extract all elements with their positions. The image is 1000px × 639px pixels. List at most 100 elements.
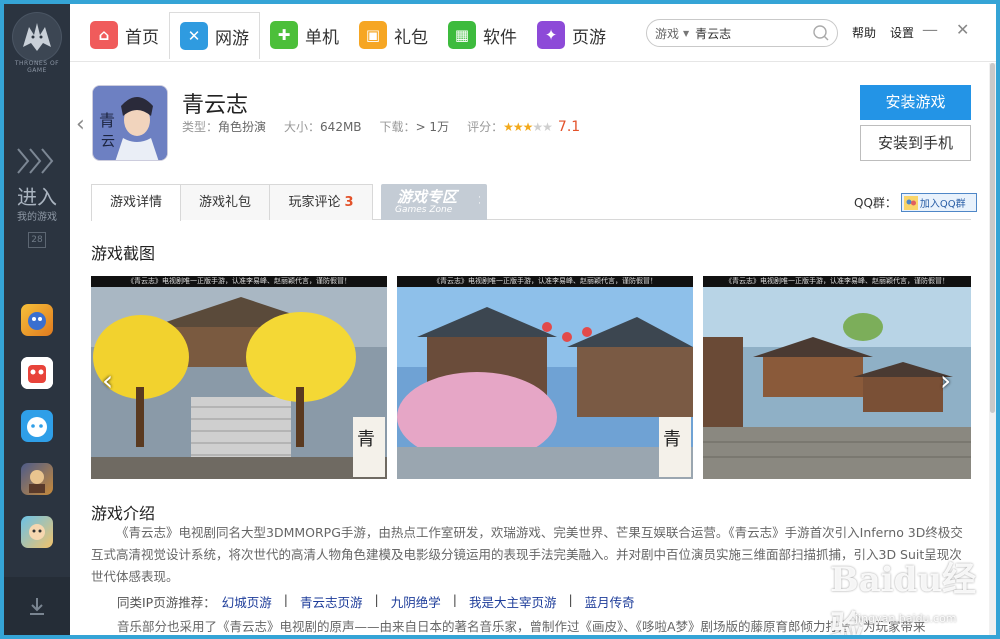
size-value: 642MB [320, 120, 362, 134]
nav-item-label: 首页 [125, 27, 159, 48]
svg-text:青: 青 [99, 111, 115, 130]
game-avatar-icon [28, 312, 46, 330]
close-icon[interactable]: ✕ [956, 20, 969, 39]
wolf-logo-icon [13, 13, 61, 61]
star-filled-icon: ★ [522, 120, 534, 134]
help-link[interactable]: 帮助 [852, 24, 876, 41]
join-qq-button[interactable]: 加入QQ群 [900, 193, 977, 212]
separator: | [283, 592, 288, 607]
install-to-phone-button[interactable]: 安装到手机 [860, 125, 971, 161]
sidebar: THRONES OF GAME 进入 我的游戏 28 [4, 4, 70, 635]
logo-text: THRONES OF GAME [14, 60, 60, 74]
downloads-value: > 1万 [415, 120, 450, 134]
carousel-next-icon[interactable]: › [940, 364, 951, 397]
intro-title: 游戏介绍 [91, 504, 156, 523]
join-qq-label: 加入QQ群 [919, 199, 966, 210]
game-title: 青云志 [182, 93, 249, 118]
window-frame: THRONES OF GAME 进入 我的游戏 28 ⌂ 首页 ✕ 网游 ✚ 单… [0, 0, 1000, 639]
search-scope[interactable]: 游戏 [655, 25, 679, 42]
nav-item-3[interactable]: ▣ 礼包 [349, 12, 438, 58]
sidebar-game-4[interactable] [21, 463, 53, 495]
intro-more-text: 音乐部分也采用了《青云志》电视剧的原声——由来自日本的著名音乐家，曾制作过《画皮… [117, 619, 926, 634]
qq-icon [903, 195, 918, 210]
rec-label: 同类IP页游推荐： [117, 595, 216, 610]
rec-link[interactable]: 蓝月传奇 [585, 592, 635, 611]
carousel-prev-icon[interactable]: ‹ [102, 364, 113, 397]
game-avatar-icon [21, 357, 53, 389]
star-empty-icon: ★ [532, 120, 543, 134]
search-box[interactable]: 游戏 ▼ 青云志 [646, 19, 838, 47]
separator: | [374, 592, 379, 607]
tab-comments-label: 玩家评论 [288, 195, 341, 210]
sidebar-game-5[interactable] [21, 516, 53, 548]
type-value: 角色扮演 [218, 120, 267, 134]
screenshots-title: 游戏截图 [91, 244, 156, 263]
install-game-button[interactable]: 安装游戏 [860, 85, 971, 120]
qq-group: QQ群： 加入QQ群 [854, 193, 977, 212]
main-panel: ⌂ 首页 ✕ 网游 ✚ 单机 ▣ 礼包 ▦ 软件 ✦ 页游 游戏 ▼ 青云志 帮助 设置 — ✕ ‹ [70, 4, 996, 635]
separator: | [452, 592, 457, 607]
screenshot-1[interactable]: 《青云志》电视剧唯一正版手游，认准李易峰、赵丽颖代言，谨防假冒！ 青 [91, 276, 387, 479]
nav-item-0[interactable]: ⌂ 首页 [80, 12, 169, 58]
grid-icon: ▦ [448, 21, 476, 49]
star-filled-icon: ★ [503, 120, 514, 134]
gamepad-icon: ✚ [270, 21, 298, 49]
game-avatar-icon [27, 417, 47, 437]
svg-text:云: 云 [101, 134, 115, 150]
games-zone-subtitle: Games Zone [395, 205, 453, 215]
enter-arrows-icon[interactable] [16, 146, 60, 176]
nav-item-5[interactable]: ✦ 页游 [527, 12, 616, 58]
qq-label: QQ群： [854, 196, 897, 210]
nav-item-1[interactable]: ✕ 网游 [169, 12, 260, 59]
rating-score: 7.1 [557, 119, 581, 135]
screenshot-2[interactable]: 《青云志》电视剧唯一正版手游，认准李易峰、赵丽颖代言，谨防假冒！ 青 [397, 276, 693, 479]
comments-count-badge: 3 [344, 195, 354, 210]
screenshot-banner: 《青云志》电视剧唯一正版手游，认准李易峰、赵丽颖代言，谨防假冒！ [397, 276, 693, 287]
screenshot-3[interactable]: 《青云志》电视剧唯一正版手游，认准李易峰、赵丽颖代言，谨防假冒！ [703, 276, 971, 479]
search-input[interactable]: 青云志 [695, 25, 731, 42]
sidebar-game-3[interactable] [21, 410, 53, 442]
gift-icon: ▣ [359, 21, 387, 49]
tab-details[interactable]: 游戏详情 [91, 184, 181, 221]
downloads-label: 下载： [379, 120, 416, 134]
nav-item-label: 单机 [305, 27, 339, 48]
app-logo[interactable] [12, 12, 62, 62]
chevron-down-icon[interactable]: ▼ [683, 29, 689, 38]
top-nav-bar: ⌂ 首页 ✕ 网游 ✚ 单机 ▣ 礼包 ▦ 软件 ✦ 页游 游戏 ▼ 青云志 帮助 设置 — ✕ [70, 4, 996, 62]
tab-gifts[interactable]: 游戏礼包 [180, 184, 270, 220]
my-games-count: 28 [28, 232, 46, 248]
rec-link[interactable]: 青云志页游 [300, 592, 363, 611]
tab-comments[interactable]: 玩家评论 3 [269, 184, 373, 220]
star-filled-icon: ★ [512, 120, 524, 134]
download-icon [30, 598, 44, 615]
settings-link[interactable]: 设置 [890, 24, 914, 41]
watermark-url: jingyan.baidu.com [855, 612, 957, 625]
nav-item-4[interactable]: ▦ 软件 [438, 12, 527, 58]
dots-icon: · · [478, 193, 481, 209]
type-label: 类型： [182, 120, 219, 134]
scrollbar-thumb[interactable] [990, 63, 995, 413]
scrollbar[interactable] [989, 63, 996, 635]
category-nav: ⌂ 首页 ✕ 网游 ✚ 单机 ▣ 礼包 ▦ 软件 ✦ 页游 [80, 12, 616, 59]
tab-games-zone[interactable]: 游戏专区 Games Zone · · [381, 184, 487, 220]
download-manager-button[interactable] [4, 577, 70, 635]
search-icon[interactable] [813, 25, 829, 41]
nav-item-label: 网游 [215, 28, 249, 49]
sidebar-game-1[interactable] [21, 304, 53, 336]
screenshot-carousel: 《青云志》电视剧唯一正版手游，认准李易峰、赵丽颖代言，谨防假冒！ 青 《青云志》… [91, 276, 971, 479]
enter-label[interactable]: 进入 [4, 181, 70, 210]
game-avatar-icon [29, 524, 45, 540]
rec-link[interactable]: 我是大主宰页游 [469, 592, 557, 611]
rec-link[interactable]: 幻城页游 [222, 592, 272, 611]
sidebar-game-2[interactable] [21, 357, 53, 389]
game-meta: 类型：角色扮演 大小：642MB 下载：> 1万 评分：★★★★★ 7.1 [182, 118, 580, 135]
rec-link[interactable]: 九阴绝学 [391, 592, 441, 611]
back-arrow-icon[interactable]: ‹ [76, 112, 85, 137]
minimize-icon[interactable]: — [922, 20, 938, 39]
my-games-label[interactable]: 我的游戏 [4, 208, 70, 223]
game-avatar-icon [29, 470, 45, 493]
nav-item-2[interactable]: ✚ 单机 [260, 12, 349, 58]
nav-item-label: 页游 [572, 27, 606, 48]
star-empty-icon: ★ [542, 120, 553, 134]
svg-text:青: 青 [357, 429, 375, 450]
